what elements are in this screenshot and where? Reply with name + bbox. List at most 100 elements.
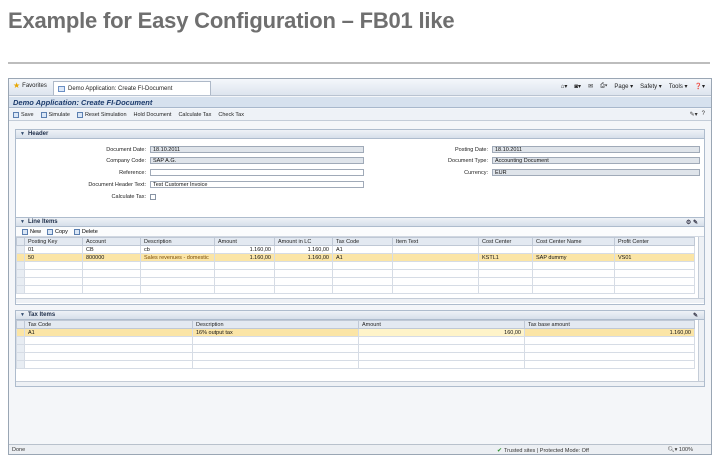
tax-description-cell[interactable]: 16% output tax (192, 328, 359, 337)
column-header[interactable]: Tax Code (24, 320, 193, 329)
profit-center-cell[interactable] (614, 245, 695, 254)
table-row-empty[interactable] (16, 261, 695, 270)
description-cell[interactable]: cb (140, 245, 215, 254)
header-text-field[interactable]: Test Customer Invoice (150, 181, 364, 188)
row-selector[interactable] (16, 253, 25, 262)
browser-tab[interactable]: Demo Application: Create FI-Document (53, 81, 211, 95)
row-selector-header[interactable] (16, 320, 25, 329)
column-header[interactable]: Cost Center Name (532, 237, 615, 246)
tax-amount-cell[interactable]: 160,00 (358, 328, 525, 337)
row-selector[interactable] (16, 328, 25, 337)
collapse-icon: ▼ (20, 312, 25, 318)
amount-cell[interactable]: 1.160,00 (214, 253, 275, 262)
calculate-tax-checkbox[interactable] (150, 194, 156, 200)
home-icon[interactable]: ⌂▾ (561, 83, 568, 90)
delete-button[interactable]: Delete (73, 228, 98, 235)
reference-field[interactable] (150, 169, 364, 176)
help-icon[interactable]: ❓▾ (695, 83, 705, 90)
safety-menu[interactable]: Safety ▾ (640, 83, 662, 90)
cost-center-name-cell[interactable]: SAP dummy (532, 253, 615, 262)
company-code-field[interactable]: SAP A.G. (150, 157, 364, 164)
tax-items-horizontal-scrollbar[interactable] (16, 381, 704, 386)
feeds-icon[interactable]: ◙▾ (574, 83, 581, 90)
check-tax-button[interactable]: Check Tax (218, 112, 244, 118)
line-items-horizontal-scrollbar[interactable] (16, 298, 704, 303)
header-panel-title[interactable]: ▼ Header (16, 130, 704, 139)
tax-code-cell[interactable]: A1 (332, 245, 393, 254)
personalize-icon[interactable]: ✎▾ (690, 111, 698, 118)
column-header[interactable]: Cost Center (478, 237, 533, 246)
column-header[interactable]: Account (82, 237, 141, 246)
zoom-level[interactable]: 🔍︎▾ 100% (668, 447, 693, 453)
amount-lc-cell[interactable]: 1.160,00 (274, 253, 333, 262)
item-text-cell[interactable] (392, 245, 479, 254)
tools-menu[interactable]: Tools ▾ (669, 83, 688, 90)
save-button[interactable]: Save (13, 111, 34, 118)
table-row-empty[interactable] (16, 352, 695, 361)
tax-code-cell[interactable]: A1 (332, 253, 393, 262)
amount-cell[interactable]: 1.160,00 (214, 245, 275, 254)
item-text-cell[interactable] (392, 253, 479, 262)
app-toolbar: Save Simulate Reset Simulation Hold Docu… (9, 109, 711, 121)
posting-key-cell[interactable]: 01 (24, 245, 83, 254)
settings-icon[interactable]: ✎ (693, 312, 698, 319)
column-header[interactable]: Item Text (392, 237, 479, 246)
column-header[interactable]: Amount in LC (274, 237, 333, 246)
cost-center-cell[interactable]: KSTL1 (478, 253, 533, 262)
row-selector[interactable] (16, 245, 25, 254)
table-row-empty[interactable] (16, 360, 695, 369)
document-date-label: Document Date: (106, 147, 146, 153)
favorites-label: Favorites (22, 83, 47, 89)
table-row-empty[interactable] (16, 277, 695, 286)
print-icon[interactable]: ⎙▾ (600, 83, 607, 90)
column-header[interactable]: Amount (358, 320, 525, 329)
line-items-vertical-scrollbar[interactable] (698, 237, 704, 298)
table-row[interactable]: 01 CB cb 1.160,00 1.160,00 A1 (16, 245, 695, 254)
posting-date-field[interactable]: 18.10.2011 (492, 146, 700, 153)
tax-items-vertical-scrollbar[interactable] (698, 320, 704, 381)
cost-center-name-cell[interactable] (532, 245, 615, 254)
table-row-selected[interactable]: A1 16% output tax 160,00 1.160,00 (16, 328, 695, 337)
table-row-empty[interactable] (16, 285, 695, 294)
row-selector-header[interactable] (16, 237, 25, 246)
column-header[interactable]: Tax Code (332, 237, 393, 246)
favorites-button[interactable]: ★ Favorites (13, 82, 47, 90)
column-header[interactable]: Description (192, 320, 359, 329)
cost-center-cell[interactable] (478, 245, 533, 254)
account-cell[interactable]: CB (82, 245, 141, 254)
profit-center-cell[interactable]: VS01 (614, 253, 695, 262)
description-cell[interactable]: Sales revenues - domestic (140, 253, 215, 262)
table-row-empty[interactable] (16, 344, 695, 353)
new-button[interactable]: New (22, 228, 41, 235)
column-header[interactable]: Description (140, 237, 215, 246)
simulate-button[interactable]: Simulate (40, 111, 70, 118)
page-menu[interactable]: Page ▾ (614, 83, 633, 90)
security-zone[interactable]: ✔ Trusted sites | Protected Mode: Off (497, 447, 589, 455)
line-items-panel-title[interactable]: ▼ Line Items ⚙ ✎ (16, 218, 704, 227)
column-header[interactable]: Posting Key (24, 237, 83, 246)
amount-lc-cell[interactable]: 1.160,00 (274, 245, 333, 254)
table-row-selected[interactable]: 50 800000 Sales revenues - domestic 1.16… (16, 253, 695, 262)
help-icon[interactable]: ? (702, 111, 705, 118)
document-type-field[interactable]: Accounting Document (492, 157, 700, 164)
settings-icon[interactable]: ⚙ ✎ (686, 219, 698, 226)
posting-key-cell[interactable]: 50 (24, 253, 83, 262)
calculate-tax-button[interactable]: Calculate Tax (178, 112, 211, 118)
hold-document-button[interactable]: Hold Document (134, 112, 172, 118)
column-header[interactable]: Tax base amount (524, 320, 695, 329)
tax-items-header-row: Tax Code Description Amount Tax base amo… (16, 320, 695, 329)
mail-icon[interactable]: ✉ (588, 83, 593, 90)
tax-code-cell[interactable]: A1 (24, 328, 193, 337)
copy-button[interactable]: Copy (47, 228, 68, 235)
account-cell[interactable]: 800000 (82, 253, 141, 262)
column-header[interactable]: Profit Center (614, 237, 695, 246)
currency-field[interactable]: EUR (492, 169, 700, 176)
table-row-empty[interactable] (16, 336, 695, 345)
document-date-field[interactable]: 18.10.2011 (150, 146, 364, 153)
tax-items-panel-title[interactable]: ▼ Tax Items ✎ (16, 311, 704, 320)
table-row-empty[interactable] (16, 269, 695, 278)
column-header[interactable]: Amount (214, 237, 275, 246)
reset-simulation-button[interactable]: Reset Simulation (76, 111, 127, 118)
browser-tab-label: Demo Application: Create FI-Document (68, 85, 173, 92)
tax-base-amount-cell[interactable]: 1.160,00 (524, 328, 695, 337)
